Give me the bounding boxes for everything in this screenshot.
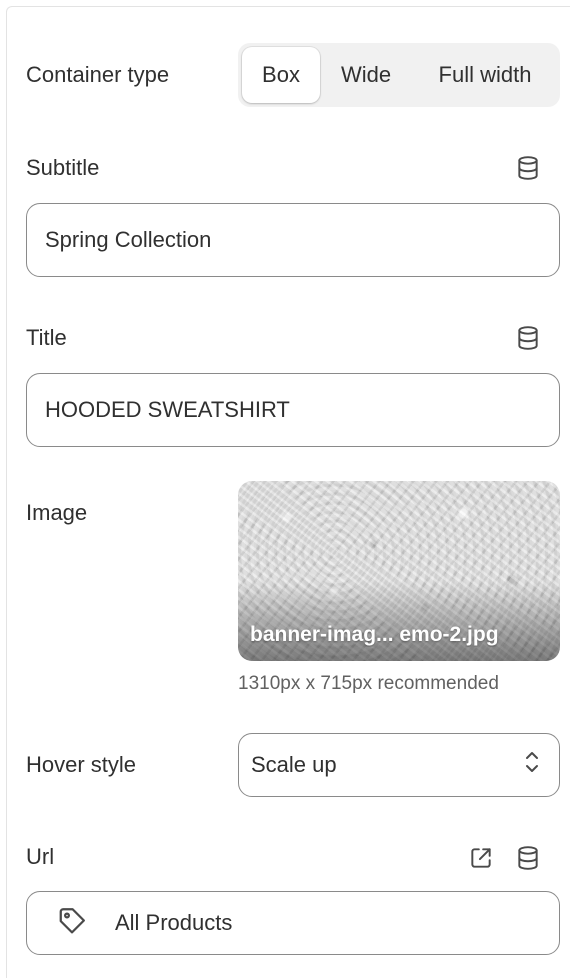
subtitle-input[interactable]: Spring Collection bbox=[26, 203, 560, 277]
image-overlay bbox=[238, 581, 560, 661]
database-icon[interactable] bbox=[513, 323, 543, 353]
image-filename: banner-imag... emo-2.jpg bbox=[250, 623, 499, 646]
container-type-option-box[interactable]: Box bbox=[242, 47, 320, 103]
hover-style-value: Scale up bbox=[251, 752, 337, 777]
image-label: Image bbox=[26, 500, 88, 525]
title-input[interactable]: HOODED SWEATSHIRT bbox=[26, 373, 560, 447]
container-type-option-full-width[interactable]: Full width bbox=[414, 47, 556, 103]
container-type-option-wide[interactable]: Wide bbox=[324, 47, 408, 103]
url-link-value: All Products bbox=[115, 910, 233, 935]
hover-style-label: Hover style bbox=[26, 752, 137, 777]
tag-icon bbox=[57, 906, 87, 941]
container-type-segmented-control: Box Wide Full width bbox=[238, 43, 560, 107]
hover-style-select[interactable]: Scale up bbox=[238, 733, 560, 797]
container-type-label: Container type bbox=[26, 62, 170, 87]
subtitle-label: Subtitle bbox=[26, 155, 100, 180]
image-picker[interactable]: banner-imag... emo-2.jpg bbox=[238, 481, 560, 661]
url-label: Url bbox=[26, 844, 55, 869]
title-label: Title bbox=[26, 325, 67, 350]
external-link-icon[interactable] bbox=[466, 843, 496, 873]
chevron-up-down-icon bbox=[523, 749, 541, 781]
url-link-picker[interactable]: All Products bbox=[26, 891, 560, 955]
image-size-hint: 1310px x 715px recommended bbox=[238, 673, 499, 694]
database-icon[interactable] bbox=[513, 153, 543, 183]
database-icon[interactable] bbox=[513, 843, 543, 873]
